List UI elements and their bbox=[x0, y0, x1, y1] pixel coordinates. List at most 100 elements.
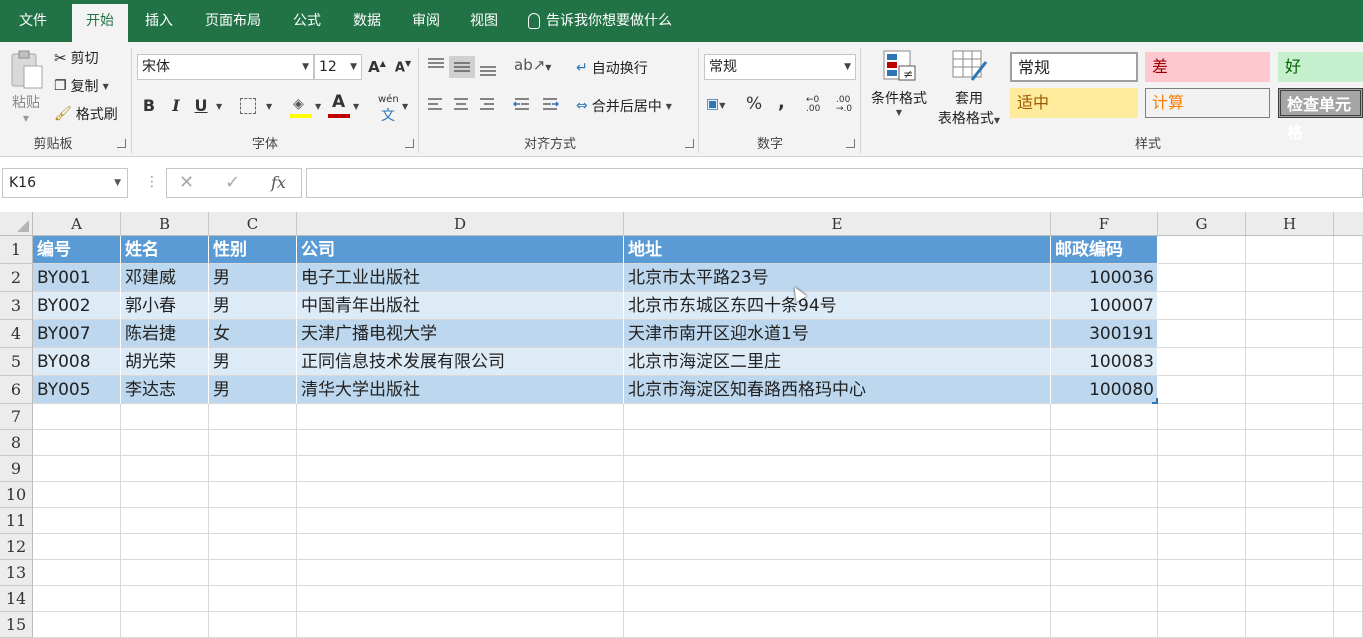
column-header[interactable]: F bbox=[1051, 212, 1158, 236]
underline-button[interactable]: U bbox=[190, 96, 212, 115]
conditional-format-button[interactable]: ≠ 条件格式 ▼ bbox=[866, 48, 932, 117]
table-cell[interactable]: 李达志 bbox=[121, 376, 209, 404]
table-cell[interactable]: BY007 bbox=[33, 320, 121, 348]
table-cell[interactable]: 清华大学出版社 bbox=[297, 376, 624, 404]
style-calculation[interactable]: 计算 bbox=[1145, 88, 1270, 118]
table-cell[interactable]: 电子工业出版社 bbox=[297, 264, 624, 292]
format-as-table-button[interactable]: 套用 表格格式▼ bbox=[932, 48, 1006, 128]
table-cell[interactable]: 男 bbox=[209, 292, 297, 320]
currency-icon[interactable]: ▣▼ bbox=[706, 96, 725, 112]
table-cell[interactable]: 北京市太平路23号 bbox=[624, 264, 1051, 292]
empty-cell[interactable] bbox=[1158, 612, 1246, 638]
phonetic-dropdown-icon[interactable]: ▼ bbox=[402, 102, 408, 111]
format-painter-button[interactable]: 🖌 格式刷 bbox=[54, 104, 118, 124]
empty-cell[interactable] bbox=[209, 560, 297, 586]
empty-cell[interactable] bbox=[1051, 560, 1158, 586]
cut-button[interactable]: ✂ 剪切 bbox=[54, 48, 99, 68]
empty-cell[interactable] bbox=[209, 534, 297, 560]
wrap-text-button[interactable]: ↵ 自动换行 bbox=[576, 58, 648, 78]
empty-cell[interactable] bbox=[1334, 534, 1363, 560]
column-header[interactable]: H bbox=[1246, 212, 1334, 236]
vertical-align-icons[interactable] bbox=[425, 56, 503, 78]
column-header[interactable]: G bbox=[1158, 212, 1246, 236]
empty-cell[interactable] bbox=[1158, 560, 1246, 586]
row-header[interactable]: 6 bbox=[0, 376, 33, 404]
row-header[interactable]: 14 bbox=[0, 586, 33, 612]
clipboard-launcher-icon[interactable] bbox=[117, 139, 126, 148]
empty-cell[interactable] bbox=[1334, 612, 1363, 638]
empty-cell[interactable] bbox=[1051, 404, 1158, 430]
empty-cell[interactable] bbox=[1051, 586, 1158, 612]
empty-cell[interactable] bbox=[297, 612, 624, 638]
empty-cell[interactable] bbox=[1246, 612, 1334, 638]
empty-cell[interactable] bbox=[1246, 430, 1334, 456]
table-cell[interactable]: 中国青年出版社 bbox=[297, 292, 624, 320]
empty-cell[interactable] bbox=[1158, 430, 1246, 456]
empty-cell[interactable] bbox=[1158, 404, 1246, 430]
style-check-cell[interactable]: 检查单元格 bbox=[1278, 88, 1363, 142]
table-cell[interactable]: 郭小春 bbox=[121, 292, 209, 320]
empty-cell[interactable] bbox=[121, 560, 209, 586]
empty-cell[interactable] bbox=[1246, 508, 1334, 534]
font-size-select[interactable]: 12 ▼ bbox=[314, 54, 362, 80]
empty-cell[interactable] bbox=[1158, 376, 1246, 404]
empty-cell[interactable] bbox=[1334, 264, 1363, 292]
empty-cell[interactable] bbox=[33, 534, 121, 560]
empty-cell[interactable] bbox=[1051, 456, 1158, 482]
table-header-cell[interactable]: 性别 bbox=[209, 236, 297, 264]
empty-cell[interactable] bbox=[624, 430, 1051, 456]
empty-cell[interactable] bbox=[1334, 508, 1363, 534]
empty-cell[interactable] bbox=[209, 586, 297, 612]
increase-font-icon[interactable]: A▲ bbox=[366, 58, 388, 76]
empty-cell[interactable] bbox=[121, 508, 209, 534]
cancel-icon[interactable]: ✕ bbox=[179, 172, 194, 193]
number-launcher-icon[interactable] bbox=[846, 139, 855, 148]
style-good[interactable]: 好 bbox=[1278, 52, 1363, 82]
tab-review[interactable]: 审阅 bbox=[402, 0, 450, 42]
phonetic-icon[interactable]: wén 文 bbox=[378, 94, 399, 125]
row-header[interactable]: 15 bbox=[0, 612, 33, 638]
table-cell[interactable]: 女 bbox=[209, 320, 297, 348]
fill-color-dropdown-icon[interactable]: ▼ bbox=[315, 102, 321, 111]
table-cell[interactable]: 正同信息技术发展有限公司 bbox=[297, 348, 624, 376]
empty-cell[interactable] bbox=[209, 482, 297, 508]
empty-cell[interactable] bbox=[1334, 404, 1363, 430]
table-cell[interactable]: BY001 bbox=[33, 264, 121, 292]
drag-handle-icon[interactable]: ⋮ bbox=[145, 174, 159, 190]
increase-decimal-icon[interactable]: ←0.00 bbox=[806, 96, 820, 114]
empty-cell[interactable] bbox=[1246, 292, 1334, 320]
table-header-cell[interactable]: 地址 bbox=[624, 236, 1051, 264]
table-header-cell[interactable]: 公司 bbox=[297, 236, 624, 264]
empty-cell[interactable] bbox=[1334, 560, 1363, 586]
table-cell[interactable]: 北京市东城区东四十条94号 bbox=[624, 292, 1051, 320]
empty-cell[interactable] bbox=[1246, 456, 1334, 482]
row-header[interactable]: 13 bbox=[0, 560, 33, 586]
empty-cell[interactable] bbox=[1051, 612, 1158, 638]
empty-cell[interactable] bbox=[1246, 320, 1334, 348]
borders-dropdown-icon[interactable]: ▼ bbox=[266, 102, 272, 111]
empty-cell[interactable] bbox=[1051, 508, 1158, 534]
table-cell[interactable]: 陈岩捷 bbox=[121, 320, 209, 348]
empty-cell[interactable] bbox=[297, 586, 624, 612]
table-header-cell[interactable]: 姓名 bbox=[121, 236, 209, 264]
empty-cell[interactable] bbox=[1334, 586, 1363, 612]
table-cell[interactable]: 100036 bbox=[1051, 264, 1158, 292]
font-name-select[interactable]: 宋体 ▼ bbox=[137, 54, 314, 80]
column-header[interactable]: B bbox=[121, 212, 209, 236]
empty-cell[interactable] bbox=[1158, 292, 1246, 320]
italic-button[interactable]: I bbox=[165, 96, 187, 115]
empty-cell[interactable] bbox=[33, 456, 121, 482]
table-cell[interactable]: 男 bbox=[209, 376, 297, 404]
empty-cell[interactable] bbox=[1158, 320, 1246, 348]
row-header[interactable]: 9 bbox=[0, 456, 33, 482]
empty-cell[interactable] bbox=[1334, 376, 1363, 404]
table-header-cell[interactable]: 邮政编码 bbox=[1051, 236, 1158, 264]
empty-cell[interactable] bbox=[297, 456, 624, 482]
table-cell[interactable]: 300191 bbox=[1051, 320, 1158, 348]
paste-button[interactable]: 粘贴 ▼ bbox=[8, 50, 44, 123]
empty-cell[interactable] bbox=[1246, 376, 1334, 404]
empty-cell[interactable] bbox=[1246, 236, 1334, 264]
empty-cell[interactable] bbox=[121, 586, 209, 612]
empty-cell[interactable] bbox=[624, 482, 1051, 508]
empty-cell[interactable] bbox=[121, 430, 209, 456]
